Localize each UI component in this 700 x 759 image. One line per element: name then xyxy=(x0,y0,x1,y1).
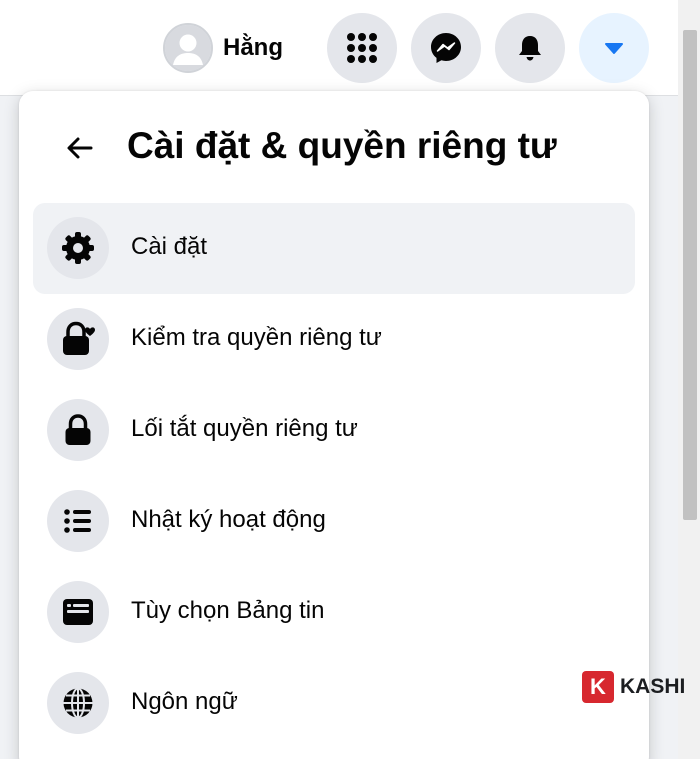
profile-chip[interactable]: Hằng xyxy=(163,20,283,76)
back-button[interactable] xyxy=(47,115,113,181)
menu-icon-circle xyxy=(47,490,109,552)
menu-item-label: Cài đặt xyxy=(131,233,208,260)
settings-privacy-panel: Cài đặt & quyền riêng tư Cài đặt Kiểm tr… xyxy=(19,91,649,759)
menu-icon-circle xyxy=(47,672,109,734)
bell-icon xyxy=(519,36,541,61)
menu-grid-button[interactable] xyxy=(327,13,397,83)
lock-heart-icon xyxy=(63,321,95,355)
feed-icon xyxy=(63,599,93,625)
watermark-logo: K KASHI xyxy=(582,671,685,703)
globe-icon xyxy=(63,687,93,719)
menu-icon-circle xyxy=(47,581,109,643)
menu-item-label: Lối tắt quyền riêng tư xyxy=(131,415,358,442)
menu-icon-circle xyxy=(47,308,109,370)
page-scrollbar[interactable] xyxy=(678,0,700,759)
caret-down-icon xyxy=(605,43,623,54)
menu-item-label: Kiểm tra quyền riêng tư xyxy=(131,324,382,351)
list-icon xyxy=(64,509,91,533)
menu-item-settings[interactable]: Cài đặt xyxy=(33,203,635,294)
avatar xyxy=(163,23,213,73)
menu-item-activity-log[interactable]: Nhật ký hoạt động xyxy=(33,476,635,567)
page-title: Cài đặt & quyền riêng tư xyxy=(127,125,557,166)
menu-icon-circle xyxy=(47,217,109,279)
top-navigation-bar: Hằng xyxy=(0,0,700,96)
menu-item-label: Ngôn ngữ xyxy=(131,688,238,715)
menu-item-language[interactable]: Ngôn ngữ xyxy=(33,658,635,749)
menu-item-label: Nhật ký hoạt động xyxy=(131,506,326,533)
menu-item-privacy-shortcuts[interactable]: Lối tắt quyền riêng tư xyxy=(33,385,635,476)
profile-name: Hằng xyxy=(223,34,283,61)
watermark-badge: K xyxy=(582,671,614,703)
watermark-text: KASHI xyxy=(620,675,686,698)
messenger-icon xyxy=(431,33,461,63)
notifications-button[interactable] xyxy=(495,13,565,83)
grid-icon xyxy=(347,33,377,63)
lock-icon xyxy=(65,414,91,445)
scrollbar-thumb[interactable] xyxy=(683,30,697,520)
gear-icon xyxy=(62,232,94,264)
account-menu-button[interactable] xyxy=(579,13,649,83)
messenger-button[interactable] xyxy=(411,13,481,83)
menu-item-feed-preferences[interactable]: Tùy chọn Bảng tin xyxy=(33,567,635,658)
menu-item-label: Tùy chọn Bảng tin xyxy=(131,597,325,624)
panel-header: Cài đặt & quyền riêng tư xyxy=(19,109,649,191)
menu-item-privacy-checkup[interactable]: Kiểm tra quyền riêng tư xyxy=(33,294,635,385)
default-avatar-icon xyxy=(165,25,211,71)
arrow-left-icon xyxy=(67,137,93,159)
menu-icon-circle xyxy=(47,399,109,461)
